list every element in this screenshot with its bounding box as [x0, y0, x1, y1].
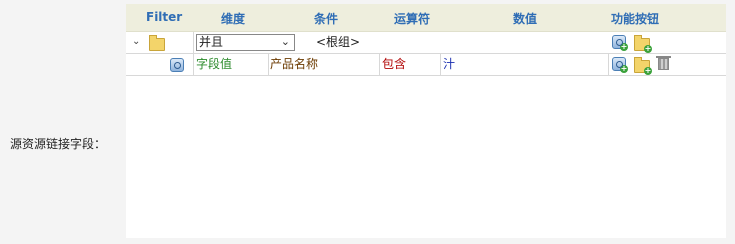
trash-icon[interactable] — [656, 56, 671, 70]
select-caret-icon: ⌄ — [280, 35, 290, 48]
add-group-icon[interactable]: + — [634, 35, 652, 53]
condition-row: 字段值 产品名称 包含 汁 + + — [126, 54, 726, 76]
header-dimension: 维度 — [221, 12, 246, 26]
source-link-field-label: 源资源链接字段： — [10, 137, 107, 151]
column-divider — [193, 32, 194, 53]
field-type-label: 字段值 — [196, 57, 233, 71]
plus-icon: + — [644, 44, 652, 53]
column-divider — [379, 54, 380, 75]
add-condition-icon[interactable]: + — [612, 57, 628, 73]
column-divider — [193, 54, 194, 75]
logic-select[interactable]: 并且 ⌄ — [196, 34, 295, 51]
header-operator: 运算符 — [394, 12, 431, 26]
column-divider — [268, 54, 269, 75]
condition-value[interactable]: 汁 — [443, 54, 455, 75]
folder-icon — [149, 35, 165, 51]
root-group-row: ⌄ 并且 ⌄ <根组> + + — [126, 32, 726, 54]
add-condition-icon[interactable]: + — [612, 35, 628, 51]
filter-panel: Filter 维度 条件 运算符 数值 功能按钮 ⌄ 并且 ⌄ <根组> + +… — [126, 4, 726, 238]
plus-icon: + — [620, 42, 628, 51]
plus-icon: + — [620, 64, 628, 73]
header-value: 数值 — [513, 12, 538, 26]
root-group-label: <根组> — [316, 35, 361, 49]
header-actions: 功能按钮 — [611, 12, 660, 26]
condition-refresh-icon[interactable] — [170, 58, 184, 72]
chevron-down-icon[interactable]: ⌄ — [132, 35, 142, 49]
column-divider — [440, 54, 441, 75]
header-condition: 条件 — [314, 12, 339, 26]
column-divider — [608, 54, 609, 75]
operator-value[interactable]: 包含 — [382, 54, 406, 75]
dimension-value[interactable]: 产品名称 — [270, 54, 318, 75]
filter-header: Filter 维度 条件 运算符 数值 功能按钮 — [126, 4, 726, 32]
header-filter: Filter — [146, 10, 183, 24]
plus-icon: + — [644, 66, 652, 75]
logic-select-value: 并且 — [199, 35, 224, 49]
add-group-icon[interactable]: + — [634, 57, 652, 75]
